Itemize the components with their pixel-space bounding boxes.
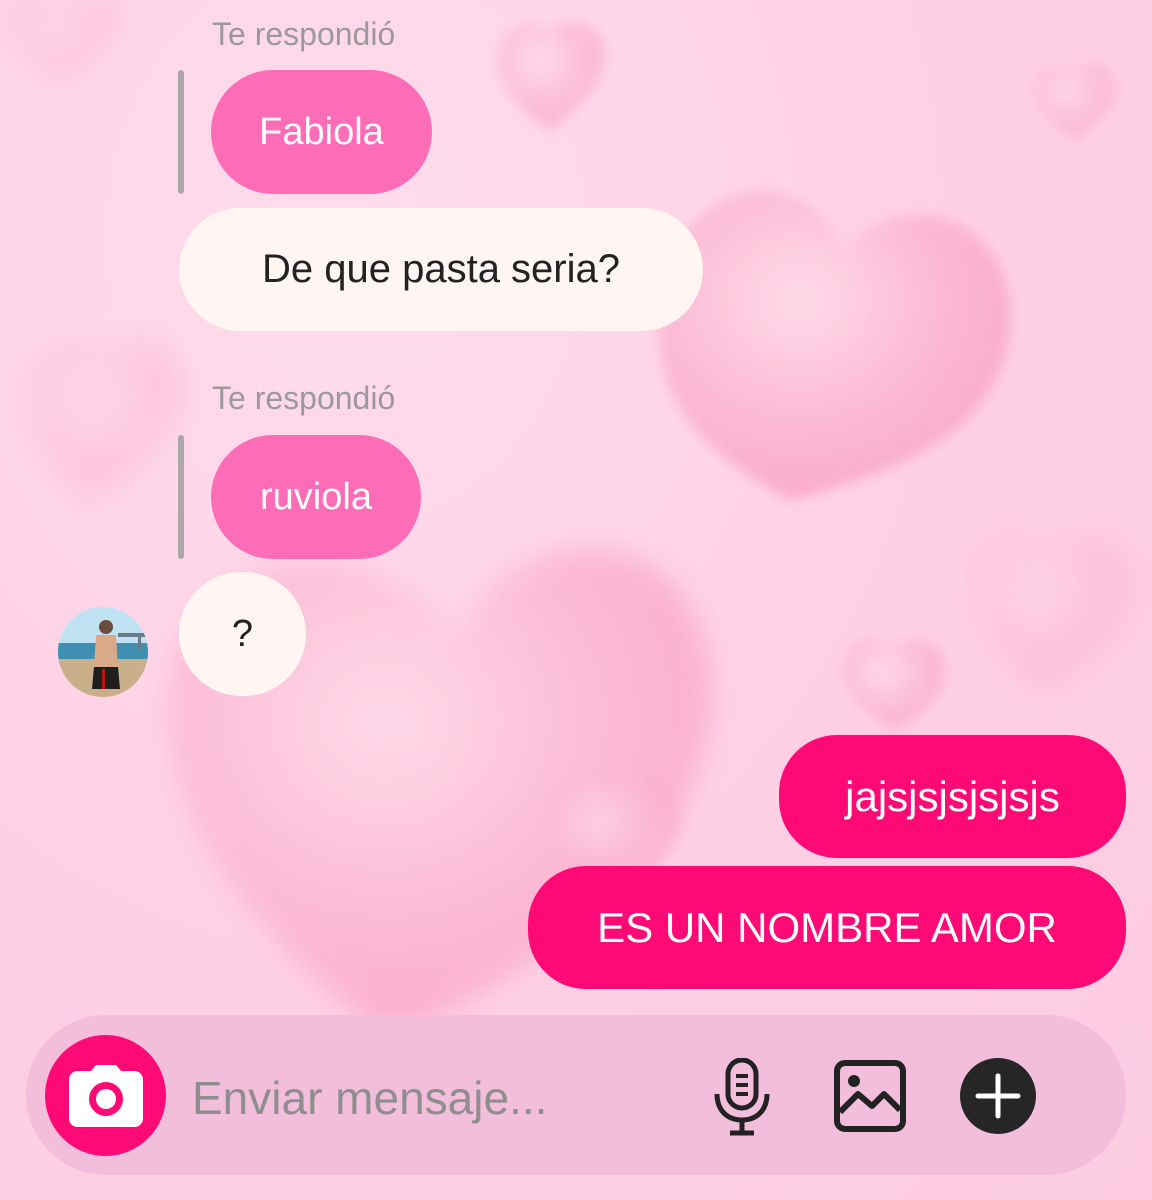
plus-circle-icon <box>960 1058 1036 1134</box>
camera-icon <box>68 1064 143 1127</box>
quoted-message-bubble[interactable]: Fabiola <box>211 70 432 194</box>
outgoing-message-bubble[interactable]: jajsjsjsjsjsjs <box>779 735 1126 858</box>
reply-label: Te respondió <box>212 380 396 416</box>
reply-indicator-bar <box>178 70 184 194</box>
gallery-button[interactable] <box>832 1058 908 1134</box>
avatar-photo-icon <box>58 607 148 697</box>
incoming-message-bubble[interactable]: De que pasta seria? <box>179 208 703 331</box>
reply-label: Te respondió <box>212 16 396 52</box>
microphone-icon <box>714 1058 770 1136</box>
avatar[interactable] <box>58 607 148 697</box>
quoted-message-bubble[interactable]: ruviola <box>211 435 421 559</box>
microphone-button[interactable] <box>708 1056 776 1138</box>
incoming-message-bubble[interactable]: ? <box>179 572 306 696</box>
camera-button[interactable] <box>45 1035 166 1156</box>
outgoing-message-bubble[interactable]: ES UN NOMBRE AMOR <box>528 866 1126 989</box>
reply-indicator-bar <box>178 435 184 559</box>
message-input[interactable] <box>192 1068 672 1128</box>
image-icon <box>834 1060 906 1132</box>
add-button[interactable] <box>958 1056 1038 1136</box>
